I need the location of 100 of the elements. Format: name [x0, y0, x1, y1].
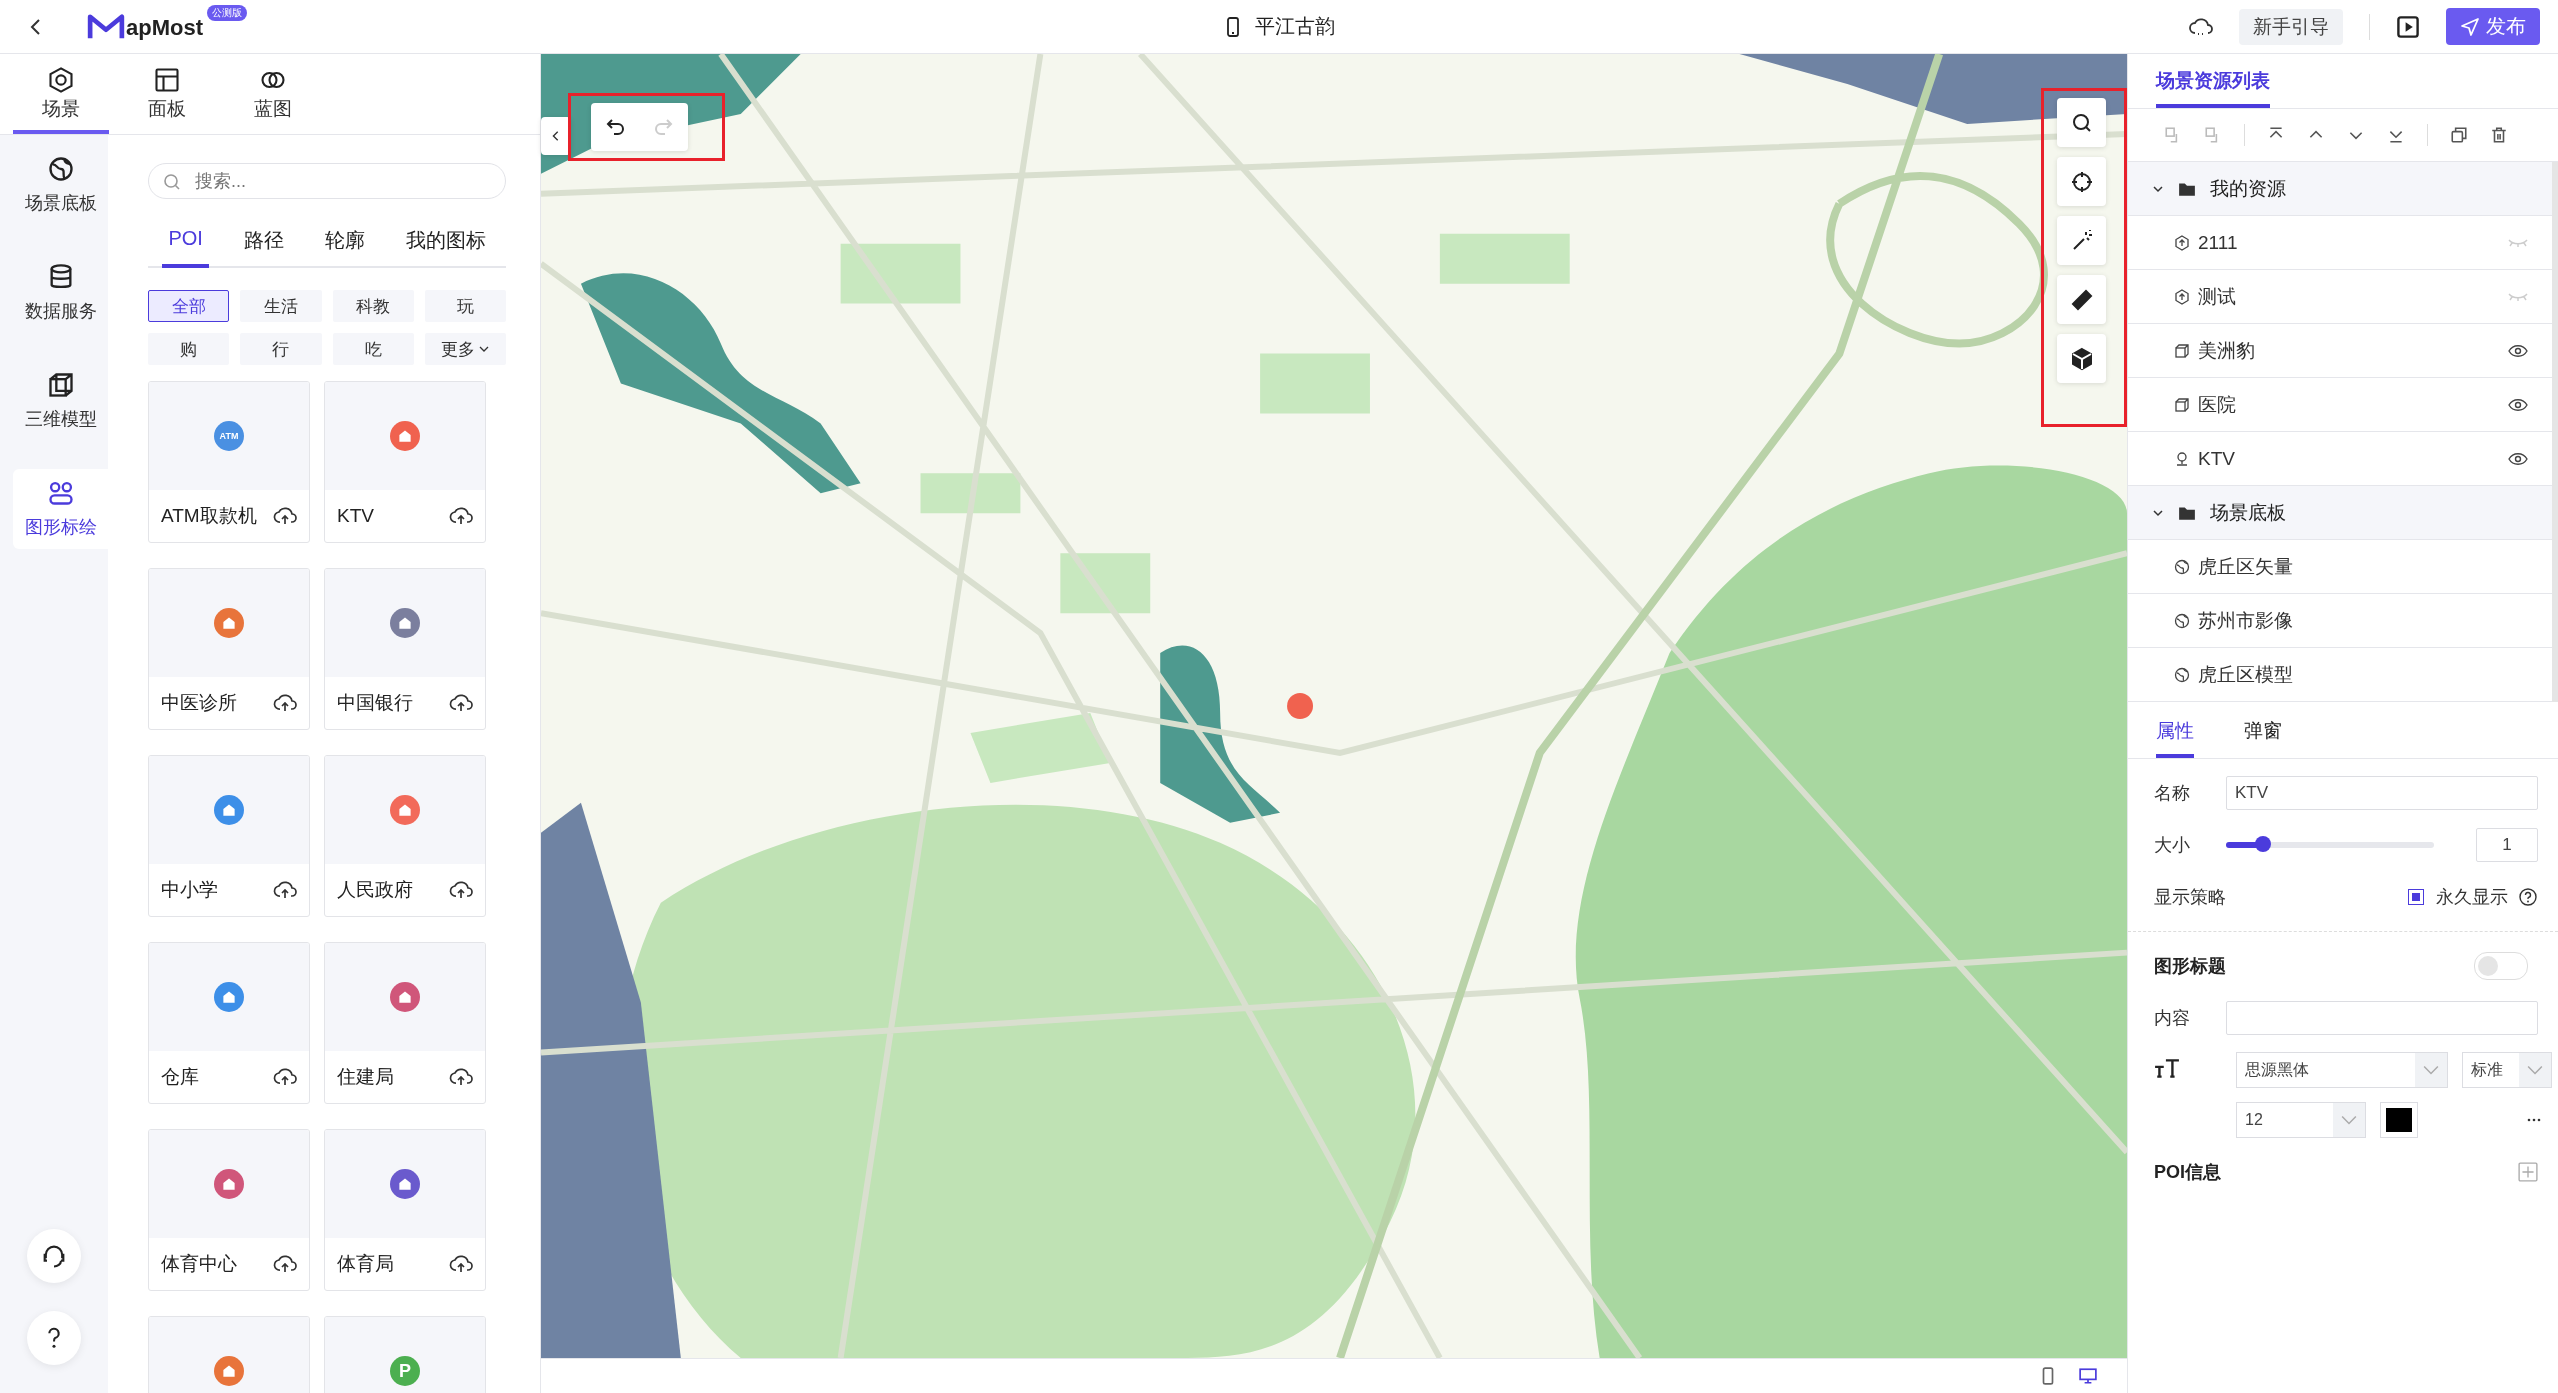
- content-field[interactable]: [2226, 1001, 2538, 1035]
- globe-icon: [2174, 612, 2190, 629]
- filter-chip[interactable]: 生活: [240, 290, 322, 322]
- rail-item[interactable]: 数据服务: [13, 253, 108, 333]
- poi-name: 中小学: [161, 877, 218, 902]
- rail-item[interactable]: 场景底板: [13, 145, 108, 225]
- collapse-panel-button[interactable]: [541, 117, 571, 155]
- guide-button[interactable]: 新手引导: [2239, 8, 2343, 45]
- mode-tab[interactable]: 面板: [119, 54, 215, 134]
- desktop-view-icon[interactable]: [2079, 1367, 2097, 1385]
- poi-name: KTV: [337, 504, 374, 527]
- filter-chip[interactable]: 科教: [332, 290, 414, 322]
- copy-icon[interactable]: [2450, 126, 2468, 144]
- globe-icon: [2174, 558, 2190, 575]
- filter-chip[interactable]: 更多: [424, 333, 506, 365]
- tree-group-row[interactable]: 场景底板: [2128, 486, 2552, 540]
- checkbox-label: 永久显示: [2436, 886, 2508, 909]
- tree-item[interactable]: 美洲豹: [2128, 324, 2552, 378]
- filter-chip[interactable]: 购: [148, 333, 230, 365]
- cube-icon: [2069, 346, 2094, 371]
- tree-item[interactable]: 苏州市影像: [2128, 594, 2552, 648]
- size-field[interactable]: 1: [2476, 828, 2538, 862]
- cube-icon: [46, 371, 75, 399]
- field-label: 内容: [2154, 1007, 2191, 1030]
- tree-group-row[interactable]: 我的资源: [2128, 162, 2552, 216]
- mode-tab[interactable]: 蓝图: [225, 54, 321, 134]
- tree-item[interactable]: 虎丘区矢量: [2128, 540, 2552, 594]
- globe-icon: [46, 155, 75, 183]
- slider-handle[interactable]: [2255, 836, 2272, 852]
- ruler-tool-button[interactable]: [2057, 275, 2106, 324]
- poi-card[interactable]: ATM ATM取款机: [148, 381, 310, 543]
- category-tab[interactable]: 我的图标: [399, 219, 492, 268]
- beta-badge: 公测版: [207, 4, 247, 21]
- weight-select[interactable]: 标准: [2462, 1052, 2552, 1088]
- search-icon: [162, 172, 182, 192]
- filter-chip[interactable]: 行: [240, 333, 322, 365]
- poi-card[interactable]: 体育局: [324, 1129, 486, 1291]
- font-icon: [2154, 1058, 2180, 1078]
- cube-icon: [2174, 342, 2190, 359]
- filter-chip[interactable]: 玩: [424, 290, 506, 322]
- tree-item[interactable]: 2111: [2128, 216, 2552, 270]
- name-field[interactable]: KTV: [2226, 776, 2538, 810]
- rail-item[interactable]: 图形标绘: [13, 469, 108, 549]
- caret-icon: [479, 346, 490, 352]
- poi-card[interactable]: 中国银行: [324, 568, 486, 730]
- poi-card[interactable]: 人民政府: [324, 755, 486, 917]
- font-select[interactable]: 思源黑体: [2236, 1052, 2448, 1088]
- tree-item[interactable]: 测试: [2128, 270, 2552, 324]
- send-icon: [2460, 16, 2480, 37]
- poi-card[interactable]: 体育中心: [148, 1129, 310, 1291]
- help-icon[interactable]: [2518, 887, 2538, 907]
- shapes-icon: [46, 479, 75, 507]
- delete-icon[interactable]: [2490, 126, 2508, 144]
- property-tab[interactable]: 弹窗: [2244, 718, 2282, 758]
- field-label: 大小: [2154, 834, 2191, 857]
- pin-icon: [2174, 450, 2190, 467]
- play-icon[interactable]: [2396, 14, 2420, 39]
- hexagon-icon: [47, 66, 75, 94]
- poi-card[interactable]: 中小学: [148, 755, 310, 917]
- poi-card[interactable]: 中医诊所: [148, 568, 310, 730]
- poi-card[interactable]: 住建局: [324, 942, 486, 1104]
- cube-tool-button[interactable]: [2057, 334, 2106, 383]
- more-icon[interactable]: [2526, 1118, 2542, 1122]
- search-tool-button[interactable]: [2057, 98, 2106, 147]
- filter-chip[interactable]: 全部: [148, 290, 230, 322]
- tree-item[interactable]: 医院: [2128, 378, 2552, 432]
- poi-symbol-icon: P: [390, 1356, 420, 1386]
- field-label: 显示策略: [2154, 886, 2226, 909]
- category-tab[interactable]: 路径: [237, 219, 290, 268]
- wand-tool-button[interactable]: [2057, 216, 2106, 265]
- ruler-icon: [2069, 287, 2094, 312]
- hexagon-arrow-icon: [2174, 288, 2190, 305]
- locate-tool-button[interactable]: [2057, 157, 2106, 206]
- toggle-switch[interactable]: [2474, 952, 2528, 980]
- poi-card[interactable]: 仓库: [148, 942, 310, 1104]
- property-tab[interactable]: 属性: [2156, 718, 2194, 758]
- poi-card[interactable]: KTV: [324, 381, 486, 543]
- map-drawing[interactable]: [541, 54, 2127, 1358]
- rail-item[interactable]: 三维模型: [13, 361, 108, 441]
- color-picker[interactable]: [2380, 1102, 2418, 1138]
- category-tab[interactable]: POI: [162, 219, 209, 268]
- poi-name: 仓库: [161, 1064, 199, 1089]
- tree-item[interactable]: 虎丘区模型: [2128, 648, 2552, 702]
- globe-icon: [2174, 666, 2190, 683]
- crosshair-icon: [2069, 169, 2094, 194]
- poi-name: 体育局: [337, 1251, 394, 1276]
- poi-name: 人民政府: [337, 877, 413, 902]
- resource-list-tab[interactable]: 场景资源列表: [2156, 68, 2270, 108]
- cube-icon: [2174, 396, 2190, 413]
- layout-icon: [153, 66, 181, 94]
- poi-name: 中国银行: [337, 690, 413, 715]
- filter-chip[interactable]: 吃: [332, 333, 414, 365]
- search-field[interactable]: 搜索...: [148, 163, 506, 199]
- hexagon-arrow-icon: [2174, 234, 2190, 251]
- font-size-select[interactable]: 12: [2236, 1102, 2366, 1138]
- poi-name: 体育中心: [161, 1251, 237, 1276]
- poi-name: 住建局: [337, 1064, 394, 1089]
- category-tab[interactable]: 轮廓: [318, 219, 371, 268]
- checkbox[interactable]: [2408, 889, 2424, 905]
- publish-button[interactable]: 发布: [2446, 8, 2540, 45]
